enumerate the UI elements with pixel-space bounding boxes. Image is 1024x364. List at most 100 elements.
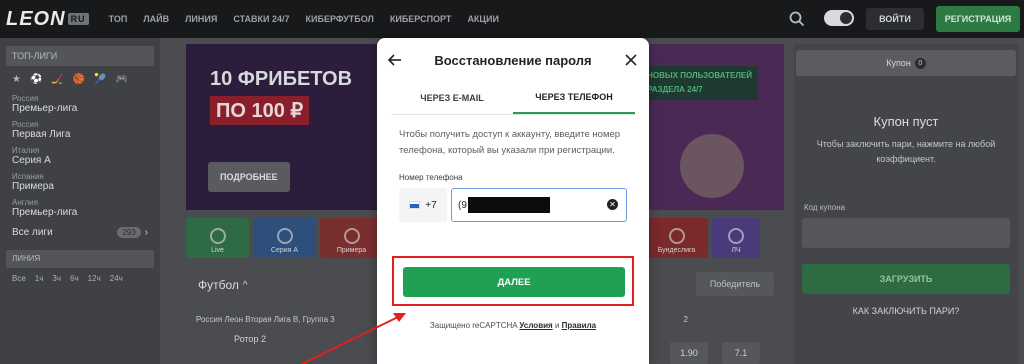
recaptcha-text: Защищено reCAPTCHA	[429, 321, 518, 330]
logo-text: LEON	[6, 7, 66, 30]
leagues-count-badge: 293	[117, 227, 141, 238]
column-header-2: 2	[683, 314, 688, 324]
chevron-right-icon: ›	[144, 227, 148, 238]
nav-item-esports[interactable]: КИБЕРСПОРТ	[382, 14, 460, 24]
league-name: Серия А	[12, 155, 51, 166]
nav-item-top[interactable]: ТОП	[101, 14, 136, 24]
register-button[interactable]: РЕГИСТРАЦИЯ	[936, 6, 1020, 32]
password-recovery-modal: Восстановление пароля ЧЕРЕЗ E-MAIL ЧЕРЕЗ…	[377, 38, 649, 364]
recaptcha-privacy-link[interactable]: Правила	[562, 321, 596, 330]
league-name: Премьер-лига	[12, 207, 78, 218]
nav-item-live[interactable]: ЛАЙВ	[135, 14, 177, 24]
league-item[interactable]: Россия Первая Лига	[0, 117, 160, 143]
basketball-icon[interactable]: 🏀	[73, 74, 85, 85]
tile-primera[interactable]: Примера	[320, 218, 383, 258]
tab-via-email[interactable]: ЧЕРЕЗ E-MAIL	[391, 82, 513, 114]
sport-title[interactable]: Футбол	[198, 278, 239, 292]
serie-a-icon	[276, 228, 293, 244]
tile-bundesliga[interactable]: Бундеслига	[645, 218, 708, 258]
coupon-code-input[interactable]	[802, 218, 1010, 248]
league-country: Россия	[12, 120, 39, 129]
logo-badge: RU	[67, 13, 89, 26]
tile-champions-league[interactable]: ЛЧ	[712, 218, 760, 258]
league-item[interactable]: Англия Премьер-лига	[0, 195, 160, 221]
banner-title: 10 ФРИБЕТОВ	[210, 68, 353, 90]
tile-live[interactable]: Live	[186, 218, 249, 258]
football-icon[interactable]: ⚽	[30, 74, 42, 85]
esports-icon[interactable]: 🎮	[116, 74, 128, 85]
tile-label: Бундеслига	[657, 247, 696, 254]
time-filter-6h[interactable]: 6ч	[70, 274, 79, 283]
line-section-header: ЛИНИЯ	[6, 250, 154, 268]
banner-tag: НОВЫХ ПОЛЬЗОВАТЕЛЕЙ РАЗДЕЛА 24/7	[641, 66, 758, 100]
tile-serie-a[interactable]: Серия А	[253, 218, 316, 258]
time-filter-24h[interactable]: 24ч	[110, 274, 123, 283]
tile-label: Серия А	[270, 247, 299, 254]
football-ball-image	[680, 134, 744, 198]
coupon-code-label: Код купона	[804, 203, 846, 212]
search-icon[interactable]	[788, 10, 806, 28]
modal-title: Восстановление пароля	[434, 52, 592, 68]
phone-field-label: Номер телефона	[399, 173, 463, 182]
phone-input-value: (9	[458, 199, 467, 211]
banner-price: ПО 100 ₽	[210, 96, 310, 125]
phone-input-row: +7 (9 ✕	[399, 188, 627, 222]
coupon-title: Купон	[886, 58, 911, 68]
play-icon	[209, 228, 226, 244]
login-button[interactable]: ВОЙТИ	[866, 8, 924, 30]
league-country: Англия	[12, 198, 38, 207]
how-to-bet-link[interactable]: КАК ЗАКЛЮЧИТЬ ПАРИ?	[794, 306, 1018, 316]
tile-label: Примера	[336, 247, 367, 254]
theme-toggle[interactable]	[824, 10, 854, 26]
recovery-method-tabs: ЧЕРЕЗ E-MAIL ЧЕРЕЗ ТЕЛЕФОН	[391, 82, 635, 115]
nav-item-cyberfootball[interactable]: КИБЕРФУТБОЛ	[298, 14, 382, 24]
chevron-up-icon[interactable]: ^	[243, 280, 248, 291]
odd-button[interactable]: 1.90	[670, 342, 708, 364]
clear-input-icon[interactable]: ✕	[607, 199, 618, 210]
nav-item-promotions[interactable]: АКЦИИ	[459, 14, 507, 24]
arrow-left-icon[interactable]	[385, 50, 405, 70]
leon-logo[interactable]: LEON RU	[6, 8, 89, 31]
champions-league-icon	[728, 228, 744, 244]
all-leagues-label: Все лиги	[12, 227, 53, 238]
main-nav: ТОП ЛАЙВ ЛИНИЯ СТАВКИ 24/7 КИБЕРФУТБОЛ К…	[101, 14, 507, 24]
left-sidebar: ТОП-ЛИГИ ★ ⚽ 🏒 🏀 🎾 🎮 Россия Премьер-лига…	[0, 38, 160, 364]
time-filter-1h[interactable]: 1ч	[35, 274, 44, 283]
upload-coupon-button[interactable]: ЗАГРУЗИТЬ	[802, 264, 1010, 294]
bundesliga-icon	[668, 228, 685, 244]
time-filter-all[interactable]: Все	[12, 274, 26, 283]
league-item[interactable]: Испания Примера	[0, 169, 160, 195]
country-code-value: +7	[425, 199, 437, 211]
nav-item-bets-24-7[interactable]: СТАВКИ 24/7	[225, 14, 297, 24]
time-filter-12h[interactable]: 12ч	[88, 274, 101, 283]
sport-filter-icons: ★ ⚽ 🏒 🏀 🎾 🎮	[0, 74, 160, 85]
odd-button[interactable]: 7.1	[722, 342, 760, 364]
recaptcha-terms-link[interactable]: Условия	[519, 321, 552, 330]
league-name: Первая Лига	[12, 129, 71, 140]
all-leagues-link[interactable]: Все лиги 293 ›	[0, 221, 160, 244]
coupon-panel: Купон 0 Купон пуст Чтобы заключить пари,…	[794, 44, 1018, 364]
banner-more-button[interactable]: ПОДРОБНЕЕ	[208, 162, 290, 192]
highlight-frame: ДАЛЕЕ	[392, 256, 634, 306]
coupon-empty-title: Купон пуст	[873, 114, 939, 129]
tennis-icon[interactable]: 🎾	[94, 74, 106, 85]
hockey-icon[interactable]: 🏒	[51, 74, 63, 85]
league-country: Испания	[12, 172, 44, 181]
nav-item-line[interactable]: ЛИНИЯ	[177, 14, 225, 24]
league-country: Италия	[12, 146, 40, 155]
country-code-select[interactable]: +7	[399, 188, 447, 222]
coupon-count-badge: 0	[914, 57, 926, 69]
time-filter-3h[interactable]: 3ч	[52, 274, 61, 283]
star-icon[interactable]: ★	[12, 74, 21, 85]
league-item[interactable]: Италия Серия А	[0, 143, 160, 169]
league-item[interactable]: Россия Премьер-лига	[0, 91, 160, 117]
league-country: Россия	[12, 94, 39, 103]
banner-tag-line2: РАЗДЕЛА 24/7	[647, 85, 703, 94]
coupon-header[interactable]: Купон 0	[796, 50, 1016, 76]
market-select[interactable]: Победитель	[696, 272, 774, 296]
close-icon[interactable]	[621, 50, 641, 70]
top-leagues-header: ТОП-ЛИГИ	[6, 46, 154, 66]
next-button[interactable]: ДАЛЕЕ	[403, 267, 625, 297]
tab-via-phone[interactable]: ЧЕРЕЗ ТЕЛЕФОН	[513, 82, 635, 114]
phone-number-input[interactable]: (9 ✕	[451, 188, 627, 222]
